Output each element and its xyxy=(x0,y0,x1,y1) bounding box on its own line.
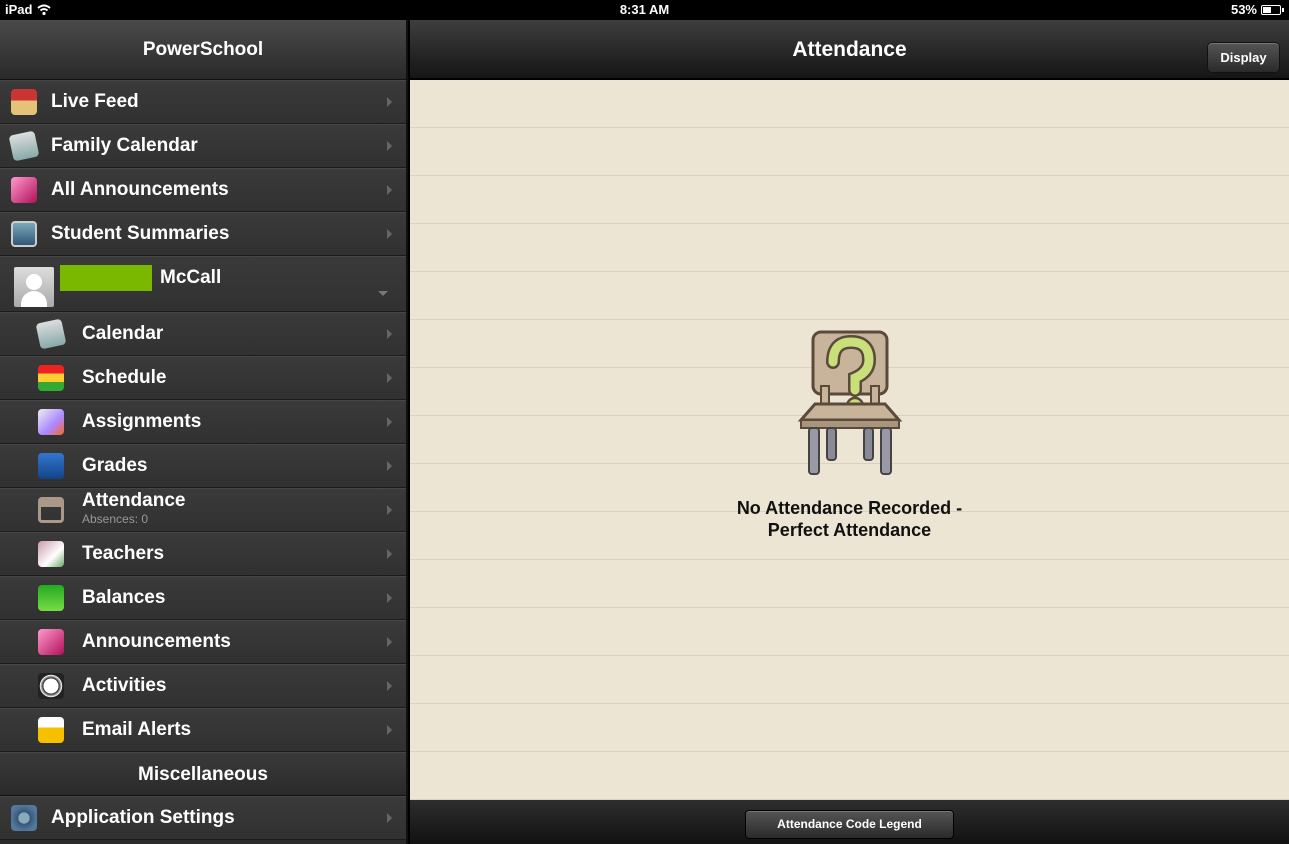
calendar-icon xyxy=(35,318,67,350)
sidebar-item-label: Teachers xyxy=(82,543,165,564)
sidebar-item-label: Schedule xyxy=(82,367,167,388)
sidebar-item-label: Balances xyxy=(82,587,166,608)
sidebar-item-calendar[interactable]: Calendar xyxy=(0,312,406,356)
page-title: Attendance xyxy=(792,38,907,61)
sidebar-item-label: Family Calendar xyxy=(51,135,198,156)
bottom-toolbar: Attendance Code Legend xyxy=(410,800,1289,844)
empty-message-line2: Perfect Attendance xyxy=(767,520,932,540)
chevron-right-icon xyxy=(387,329,392,339)
status-bar: iPad 8:31 AM 53% xyxy=(0,0,1289,20)
sidebar-item-schedule[interactable]: Schedule xyxy=(0,356,406,400)
sidebar-item-label: Application Settings xyxy=(51,807,235,828)
sidebar-item-label: All Announcements xyxy=(51,179,229,200)
chevron-right-icon xyxy=(387,505,392,515)
chair-question-icon xyxy=(797,330,902,475)
main-panel: Attendance Display No Attendance Recorde… xyxy=(410,20,1289,844)
attendance-content: No Attendance Recorded - Perfect Attenda… xyxy=(410,80,1289,800)
chevron-right-icon xyxy=(387,681,392,691)
chevron-right-icon xyxy=(387,813,392,823)
sidebar-title: PowerSchool xyxy=(0,20,406,80)
chevron-right-icon xyxy=(387,725,392,735)
money-icon xyxy=(38,585,64,611)
sidebar-item-label: Student Summaries xyxy=(51,223,230,244)
sidebar-item-attendance[interactable]: Attendance Absences: 0 xyxy=(0,488,406,532)
student-portrait-icon xyxy=(11,221,37,247)
sidebar-item-live-feed[interactable]: Live Feed xyxy=(0,80,406,124)
chevron-right-icon xyxy=(387,97,392,107)
sidebar-item-label: Announcements xyxy=(82,631,231,652)
empty-state: No Attendance Recorded - Perfect Attenda… xyxy=(410,328,1289,541)
megaphone-icon xyxy=(11,177,37,203)
empty-message: No Attendance Recorded - Perfect Attenda… xyxy=(410,497,1289,541)
sidebar-item-teachers[interactable]: Teachers xyxy=(0,532,406,576)
chevron-right-icon xyxy=(387,549,392,559)
gradebook-icon xyxy=(38,453,64,479)
sidebar-item-label: Live Feed xyxy=(51,91,139,112)
redacted-first-name xyxy=(60,265,152,291)
status-right: 53% xyxy=(1230,2,1284,17)
section-header-miscellaneous: Miscellaneous xyxy=(0,752,406,796)
sidebar-item-label: Grades xyxy=(82,455,148,476)
sidebar-item-student-summaries[interactable]: Student Summaries xyxy=(0,212,406,256)
assignment-icon xyxy=(38,409,64,435)
books-icon xyxy=(38,365,64,391)
envelope-icon xyxy=(38,717,64,743)
chair-icon xyxy=(38,497,64,523)
teacher-icon xyxy=(38,541,64,567)
sidebar-item-balances[interactable]: Balances xyxy=(0,576,406,620)
gear-icon xyxy=(11,805,37,831)
sidebar-item-label: Activities xyxy=(82,675,167,696)
chevron-right-icon xyxy=(387,141,392,151)
sidebar-item-label: Email Alerts xyxy=(82,719,192,740)
attendance-code-legend-button[interactable]: Attendance Code Legend xyxy=(745,810,954,839)
sidebar-item-activities[interactable]: Activities xyxy=(0,664,406,708)
sidebar-item-label: Calendar xyxy=(82,323,164,344)
sidebar-item-all-announcements[interactable]: All Announcements xyxy=(0,168,406,212)
display-button[interactable]: Display xyxy=(1207,42,1280,73)
student-last-name: McCall xyxy=(160,267,222,288)
chevron-right-icon xyxy=(387,229,392,239)
empty-message-line1: No Attendance Recorded - xyxy=(736,498,963,518)
battery-level xyxy=(1263,6,1272,13)
clock: 8:31 AM xyxy=(619,2,670,17)
avatar xyxy=(14,267,54,307)
chevron-right-icon xyxy=(387,461,392,471)
sidebar-item-assignments[interactable]: Assignments xyxy=(0,400,406,444)
chevron-right-icon xyxy=(387,637,392,647)
soccer-ball-icon xyxy=(38,673,64,699)
attendance-labels: Attendance Absences: 0 xyxy=(82,490,186,528)
chevron-right-icon xyxy=(387,593,392,603)
chevron-right-icon xyxy=(387,417,392,427)
megaphone-icon xyxy=(38,629,64,655)
schoolhouse-icon xyxy=(11,89,37,115)
sidebar-item-email-alerts[interactable]: Email Alerts xyxy=(0,708,406,752)
student-selector[interactable]: McCall xyxy=(0,256,406,312)
sidebar-item-family-calendar[interactable]: Family Calendar xyxy=(0,124,406,168)
sidebar-item-grades[interactable]: Grades xyxy=(0,444,406,488)
chevron-down-icon xyxy=(378,291,388,296)
sidebar: PowerSchool Live Feed Family Calendar Al… xyxy=(0,20,408,844)
battery-icon xyxy=(1261,4,1284,15)
absences-count: Absences: 0 xyxy=(82,512,149,526)
battery-percent: 53% xyxy=(1230,2,1257,17)
sidebar-item-label: Assignments xyxy=(82,411,202,432)
sidebar-item-application-settings[interactable]: Application Settings xyxy=(0,796,406,840)
chevron-right-icon xyxy=(387,373,392,383)
chevron-right-icon xyxy=(387,185,392,195)
calendar-icon xyxy=(8,130,40,162)
sidebar-item-announcements[interactable]: Announcements xyxy=(0,620,406,664)
nav-bar: Attendance Display xyxy=(410,20,1289,80)
sidebar-item-label: Attendance xyxy=(82,490,186,511)
